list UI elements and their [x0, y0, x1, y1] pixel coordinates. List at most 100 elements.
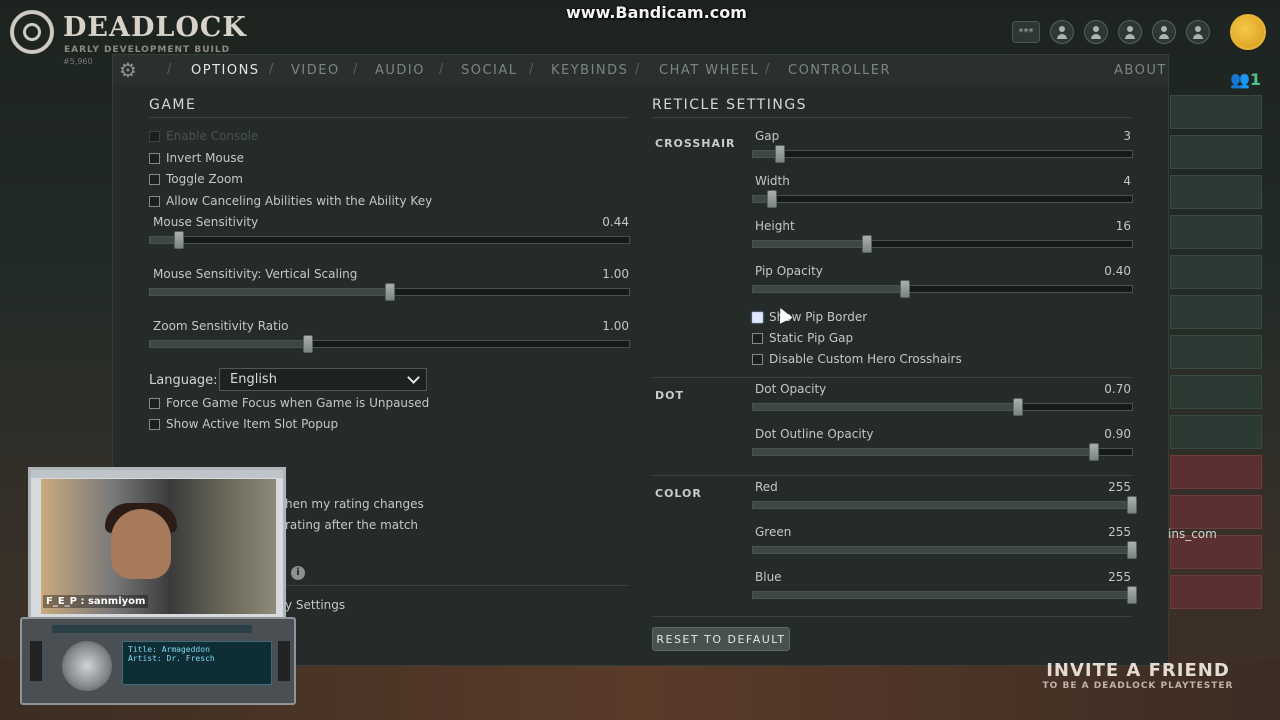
slider-thumb[interactable] [303, 335, 314, 353]
slider-thumb[interactable] [173, 231, 184, 249]
volume-knob-icon [62, 641, 112, 691]
checkbox-show-pip-border[interactable]: Show Pip Border [752, 310, 867, 324]
slider-label: Height [755, 219, 795, 233]
tab-separator: / [765, 62, 770, 77]
tab-chat-wheel[interactable]: CHAT WHEEL [659, 63, 759, 78]
divider [652, 616, 1132, 617]
tab-about[interactable]: ABOUT [1114, 63, 1167, 78]
vertical-scaling-slider[interactable] [149, 283, 630, 301]
height-slider[interactable] [752, 235, 1133, 253]
checkbox-box[interactable] [149, 195, 160, 207]
slider-thumb[interactable] [1127, 496, 1137, 514]
partial-setting-label: rating after the match [285, 518, 419, 532]
checkbox-invert-mouse[interactable]: Invert Mouse [149, 151, 244, 165]
red-slider[interactable] [752, 496, 1137, 514]
checkbox-label: Show Active Item Slot Popup [166, 417, 339, 431]
profile-avatar[interactable] [1230, 14, 1266, 50]
checkbox-label: Force Game Focus when Game is Unpaused [166, 396, 430, 410]
slider-thumb[interactable] [1127, 586, 1137, 604]
slider-thumb[interactable] [899, 280, 910, 298]
checkbox-enable-console: Enable Console [149, 129, 258, 143]
tab-video[interactable]: VIDEO [291, 63, 340, 78]
tab-social[interactable]: SOCIAL [461, 63, 518, 78]
radio-side-panel [30, 641, 42, 681]
language-select[interactable]: English [219, 368, 427, 391]
checkbox-toggle-zoom[interactable]: Toggle Zoom [149, 172, 243, 186]
gear-icon[interactable]: ⚙ [117, 59, 139, 81]
build-number: #5,960 [63, 57, 93, 66]
slider-thumb[interactable] [1013, 398, 1024, 416]
checkbox-allow-canceling[interactable]: Allow Canceling Abilities with the Abili… [149, 194, 432, 208]
slider-label: Mouse Sensitivity: Vertical Scaling [153, 267, 358, 281]
chevron-down-icon [407, 371, 420, 384]
mouse-sensitivity-slider[interactable] [149, 231, 630, 249]
checkbox-disable-custom-crosshairs[interactable]: Disable Custom Hero Crosshairs [752, 352, 962, 366]
checkbox-box[interactable] [752, 353, 763, 365]
party-slot-icon[interactable] [1186, 20, 1210, 44]
zoom-sensitivity-slider[interactable] [149, 335, 630, 353]
party-slot-icon[interactable] [1118, 20, 1142, 44]
tab-separator: / [167, 62, 172, 77]
streamer-webcam-overlay: F_E_P : sanmiyom [28, 467, 286, 637]
checkbox-box[interactable] [149, 397, 160, 409]
rank-badge[interactable]: *** [1012, 21, 1040, 43]
partial-setting-label: hen my rating changes [285, 497, 424, 511]
slider-value: 0.40 [1104, 264, 1131, 278]
chat-fragment: ins_com [1168, 527, 1217, 541]
gap-slider[interactable] [752, 145, 1133, 163]
party-slot-icon[interactable] [1084, 20, 1108, 44]
slider-value: 0.90 [1104, 427, 1131, 441]
dot-outline-opacity-slider[interactable] [752, 443, 1133, 461]
checkbox-label: Enable Console [166, 129, 259, 143]
slider-label: Green [755, 525, 792, 539]
tab-keybinds[interactable]: KEYBINDS [551, 63, 628, 78]
equalizer-bar [52, 625, 252, 633]
slider-label: Zoom Sensitivity Ratio [153, 319, 289, 333]
pip-opacity-slider[interactable] [752, 280, 1133, 298]
tab-audio[interactable]: AUDIO [375, 63, 425, 78]
slider-label: Pip Opacity [755, 264, 823, 278]
game-section-title: GAME [149, 97, 197, 113]
checkbox-box[interactable] [149, 152, 160, 164]
divider [652, 475, 1132, 476]
checkbox-force-game-focus[interactable]: Force Game Focus when Game is Unpaused [149, 396, 429, 410]
width-slider[interactable] [752, 190, 1133, 208]
party-slot-icon[interactable] [1152, 20, 1176, 44]
checkbox-box[interactable] [149, 173, 160, 185]
tab-controller[interactable]: CONTROLLER [788, 63, 891, 78]
checkbox-label: Static Pip Gap [769, 331, 854, 345]
checkbox-label: Toggle Zoom [166, 172, 243, 186]
party-slots: *** [1012, 20, 1210, 44]
track-artist: Artist: Dr. Fresch [128, 654, 215, 663]
checkbox-show-active-item[interactable]: Show Active Item Slot Popup [149, 417, 338, 431]
checkbox-box[interactable] [752, 311, 763, 323]
crosshair-category: CROSSHAIR [655, 137, 736, 150]
checkbox-box[interactable] [752, 332, 763, 344]
checkbox-box[interactable] [149, 418, 160, 430]
reset-to-default-button[interactable]: RESET TO DEFAULT [652, 627, 790, 651]
online-friends-count[interactable]: 👥1 [1230, 70, 1261, 89]
slider-thumb[interactable] [384, 283, 395, 301]
slider-value: 3 [1123, 129, 1131, 143]
slider-thumb[interactable] [774, 145, 785, 163]
checkbox-static-pip-gap[interactable]: Static Pip Gap [752, 331, 853, 345]
deadlock-logo-icon [10, 10, 54, 54]
divider [652, 377, 1132, 378]
slider-thumb[interactable] [766, 190, 777, 208]
slider-thumb[interactable] [861, 235, 872, 253]
slider-thumb[interactable] [1089, 443, 1100, 461]
invite-friend-banner[interactable]: INVITE A FRIEND TO BE A DEADLOCK PLAYTES… [1008, 660, 1268, 710]
slider-thumb[interactable] [1127, 541, 1137, 559]
tab-options[interactable]: OPTIONS [191, 63, 260, 78]
checkbox-label: Invert Mouse [166, 151, 245, 165]
blue-slider[interactable] [752, 586, 1137, 604]
tab-separator: / [269, 62, 274, 77]
party-slot-icon[interactable] [1050, 20, 1074, 44]
invite-subtitle: TO BE A DEADLOCK PLAYTESTER [1042, 681, 1234, 691]
stream-chat-line: F_E_P : sanmiyom [43, 595, 149, 608]
partial-setting-label[interactable]: y Settings [285, 598, 345, 612]
green-slider[interactable] [752, 541, 1137, 559]
info-icon[interactable]: i [291, 566, 305, 580]
dot-opacity-slider[interactable] [752, 398, 1133, 416]
color-category: COLOR [655, 487, 702, 500]
